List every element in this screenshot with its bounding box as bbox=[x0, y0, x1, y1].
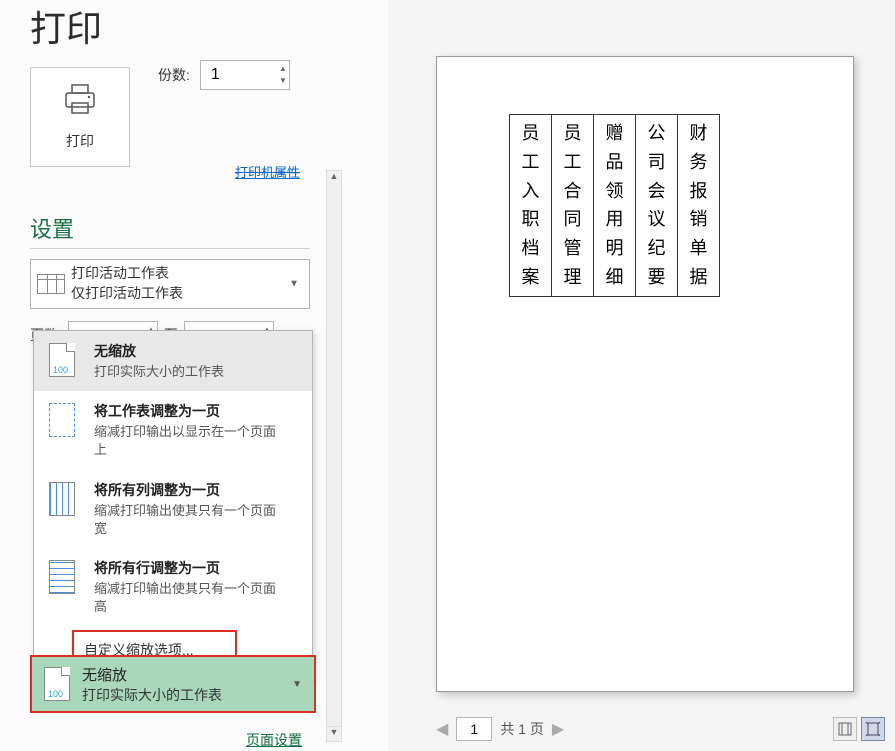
page-100-icon bbox=[49, 343, 75, 377]
scroll-up-icon[interactable]: ▲ bbox=[327, 171, 341, 185]
table-cell: 员工合同管理 bbox=[552, 115, 594, 297]
worksheet-grid-icon bbox=[37, 274, 65, 294]
copies-input[interactable] bbox=[201, 66, 261, 84]
print-button[interactable]: 打印 bbox=[30, 67, 130, 167]
printer-icon bbox=[62, 83, 98, 123]
table-cell: 员工入职档案 bbox=[510, 115, 552, 297]
settings-header: 设置 bbox=[30, 212, 310, 249]
page-fit-icon bbox=[49, 403, 75, 437]
scale-opt-title: 将所有行调整为一页 bbox=[94, 558, 284, 578]
page-navigation: ◀ 共 1 页 ▶ bbox=[436, 717, 564, 741]
scale-opt-desc: 缩减打印输出使其只有一个页面高 bbox=[94, 580, 284, 616]
page-cols-icon bbox=[49, 482, 75, 516]
printer-properties-link[interactable]: 打印机属性 bbox=[235, 162, 300, 181]
left-scrollbar[interactable]: ▲ bbox=[326, 170, 342, 740]
current-scale-line1: 无缩放 bbox=[82, 664, 222, 685]
copies-label: 份数: bbox=[158, 65, 190, 85]
page-rows-icon bbox=[49, 560, 75, 594]
scale-opt-title: 将所有列调整为一页 bbox=[94, 480, 284, 500]
scale-dropdown-list: 无缩放 打印实际大小的工作表 将工作表调整为一页 缩减打印输出以显示在一个页面上… bbox=[33, 330, 313, 679]
print-button-label: 打印 bbox=[66, 131, 94, 151]
preview-content-table: 员工入职档案 员工合同管理 赠品领用明细 公司会议纪要 财务报销单据 bbox=[509, 114, 720, 297]
page-number-input[interactable] bbox=[456, 717, 492, 741]
scale-dropdown-closed[interactable]: 无缩放 打印实际大小的工作表 ▼ bbox=[30, 655, 316, 713]
table-cell: 赠品领用明细 bbox=[594, 115, 636, 297]
scale-option-fit-rows[interactable]: 将所有行调整为一页 缩减打印输出使其只有一个页面高 bbox=[34, 548, 312, 626]
chevron-down-icon[interactable]: ▼ bbox=[289, 279, 299, 290]
table-cell: 公司会议纪要 bbox=[636, 115, 678, 297]
scale-option-fit-cols[interactable]: 将所有列调整为一页 缩减打印输出使其只有一个页面宽 bbox=[34, 470, 312, 548]
page-title: 打印 bbox=[0, 0, 388, 67]
zoom-to-page-icon[interactable] bbox=[861, 717, 885, 741]
chevron-up-icon[interactable]: ▲ bbox=[279, 63, 287, 75]
scale-opt-desc: 打印实际大小的工作表 bbox=[94, 363, 224, 381]
scroll-down-icon[interactable]: ▼ bbox=[326, 726, 342, 742]
copies-spinner[interactable]: ▲▼ bbox=[200, 60, 290, 90]
table-cell: 财务报销单据 bbox=[678, 115, 720, 297]
prev-page-icon[interactable]: ◀ bbox=[436, 719, 448, 739]
scale-opt-desc: 缩减打印输出以显示在一个页面上 bbox=[94, 423, 284, 459]
page-100-icon bbox=[44, 667, 70, 701]
page-total-text: 共 1 页 bbox=[500, 719, 544, 739]
next-page-icon[interactable]: ▶ bbox=[552, 719, 564, 739]
print-what-line2: 仅打印活动工作表 bbox=[71, 284, 309, 304]
scale-option-no-scaling[interactable]: 无缩放 打印实际大小的工作表 bbox=[34, 331, 312, 391]
print-preview-page: 员工入职档案 员工合同管理 赠品领用明细 公司会议纪要 财务报销单据 bbox=[436, 56, 854, 692]
current-scale-line2: 打印实际大小的工作表 bbox=[82, 685, 222, 705]
scale-opt-title: 无缩放 bbox=[94, 341, 224, 361]
scale-opt-title: 将工作表调整为一页 bbox=[94, 401, 284, 421]
chevron-down-icon[interactable]: ▼ bbox=[279, 75, 287, 87]
page-setup-link[interactable]: 页面设置 bbox=[246, 730, 302, 750]
chevron-down-icon[interactable]: ▼ bbox=[292, 679, 302, 690]
print-what-dropdown[interactable]: 打印活动工作表 仅打印活动工作表 ▼ bbox=[30, 259, 310, 309]
scale-opt-desc: 缩减打印输出使其只有一个页面宽 bbox=[94, 502, 284, 538]
show-margins-icon[interactable] bbox=[833, 717, 857, 741]
scale-option-fit-sheet[interactable]: 将工作表调整为一页 缩减打印输出以显示在一个页面上 bbox=[34, 391, 312, 469]
print-what-line1: 打印活动工作表 bbox=[71, 264, 309, 284]
